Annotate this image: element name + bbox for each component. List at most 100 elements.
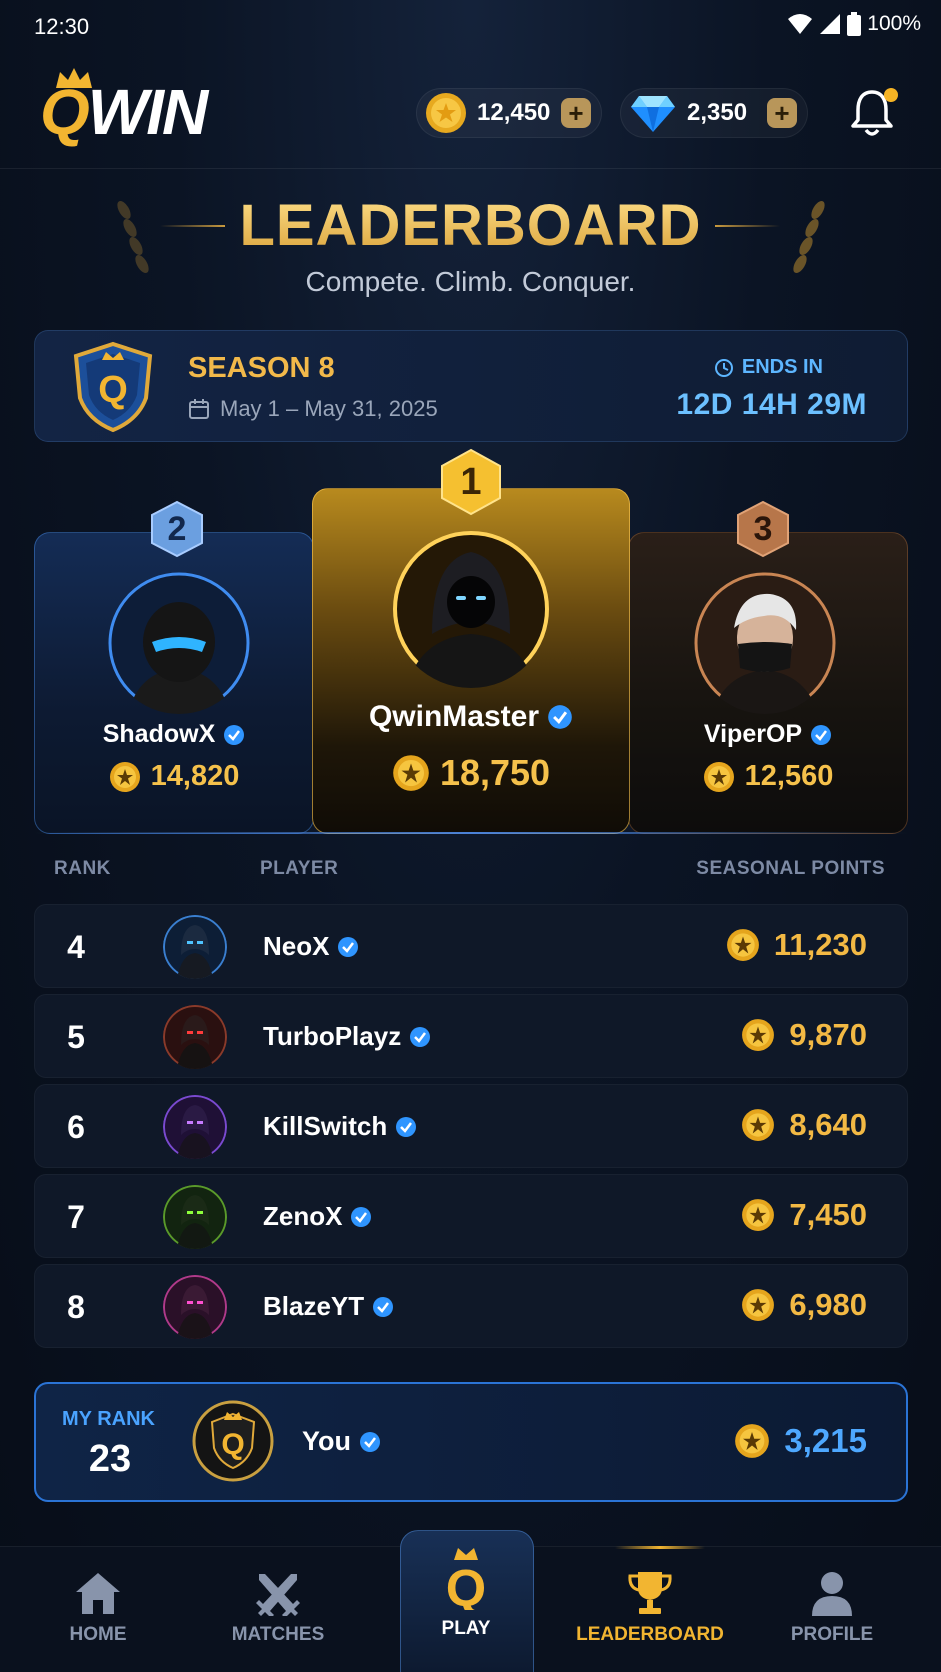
season-date-range: May 1 – May 31, 2025 — [220, 396, 438, 421]
avatar-viperop[interactable] — [694, 572, 836, 714]
nav-play[interactable]: Q PLAY — [386, 1546, 546, 1640]
star-coin-icon — [703, 761, 734, 792]
table-row[interactable]: 7 ZenoX 7,450 — [34, 1174, 908, 1258]
avatar-killswitch — [163, 1095, 227, 1159]
rank-badge-2-number: 2 — [167, 509, 187, 548]
logo-q: Q — [40, 76, 90, 148]
season-shield-icon: Q — [73, 341, 153, 433]
podium-points-1: 18,750 — [312, 752, 630, 794]
podium-points-3: 12,560 — [628, 760, 908, 793]
row-rank: 5 — [67, 1019, 85, 1055]
user-icon — [812, 1572, 852, 1616]
status-time: 12:30 — [34, 14, 90, 39]
points-value: 7,450 — [789, 1197, 867, 1232]
verified-icon — [410, 1026, 431, 1047]
nav-leaderboard[interactable]: LEADERBOARD — [570, 1570, 730, 1646]
verified-icon — [224, 724, 245, 745]
header-divider — [0, 168, 941, 169]
nav-home[interactable]: HOME — [18, 1570, 178, 1646]
battery-icon — [847, 12, 862, 36]
trophy-icon — [628, 1572, 672, 1614]
verified-icon — [351, 1206, 372, 1227]
battery-percent: 100% — [867, 12, 921, 35]
star-coin-icon — [742, 1019, 775, 1051]
podium-name-3: ViperOP — [628, 720, 908, 749]
avatar-shadowx[interactable] — [108, 572, 250, 714]
table-row[interactable]: 5 TurboPlayz 9,870 — [34, 994, 908, 1078]
qwin-logo[interactable]: QWIN — [40, 66, 250, 146]
table-row[interactable]: 6 KillSwitch 8,640 — [34, 1084, 908, 1168]
row-rank: 7 — [67, 1199, 85, 1235]
player-name: KillSwitch — [263, 1111, 388, 1141]
star-coin-icon — [735, 1424, 770, 1458]
coin-balance[interactable]: 12,450 + — [416, 88, 602, 138]
swords-icon — [256, 1574, 300, 1616]
calendar-icon — [189, 399, 209, 419]
row-rank: 8 — [67, 1289, 85, 1325]
page-title: LEADERBOARD — [0, 192, 941, 259]
table-row[interactable]: 8 BlazeYT 6,980 — [34, 1264, 908, 1348]
notification-dot — [884, 88, 898, 102]
nav-label: HOME — [69, 1624, 127, 1645]
row-points: 9,870 — [741, 1017, 867, 1053]
column-header-points: SEASONAL POINTS — [696, 858, 885, 879]
points-value: 12,560 — [744, 760, 834, 792]
column-header-rank: RANK — [54, 858, 111, 879]
podium-name-1: QwinMaster — [312, 700, 630, 734]
rank-badge-1-number: 1 — [460, 460, 482, 503]
my-rank-label: MY RANK — [62, 1408, 155, 1430]
points-value: 8,640 — [789, 1107, 867, 1142]
player-name: ViperOP — [703, 720, 803, 748]
notifications-button[interactable] — [850, 88, 900, 140]
nav-label: LEADERBOARD — [576, 1624, 724, 1645]
avatar-qwinmaster[interactable] — [392, 530, 550, 688]
nav-profile[interactable]: PROFILE — [752, 1570, 912, 1646]
row-rank: 4 — [67, 929, 85, 965]
ends-in-text: ENDS IN — [741, 356, 823, 378]
nav-label: PROFILE — [790, 1624, 874, 1645]
podium-points-2: 14,820 — [34, 760, 314, 793]
row-player: NeoX — [263, 931, 359, 962]
countdown-timer: 12D 14H 29M — [676, 388, 867, 421]
add-coins-button[interactable]: + — [561, 98, 591, 128]
season-dates: May 1 – May 31, 2025 — [188, 396, 438, 422]
logo-rest: WIN — [87, 76, 208, 148]
avatar-neox — [163, 915, 227, 979]
row-player: KillSwitch — [263, 1111, 417, 1142]
row-points: 6,980 — [741, 1287, 867, 1323]
avatar-me: Q — [192, 1400, 274, 1482]
verified-icon — [811, 724, 832, 745]
add-gems-button[interactable]: + — [767, 98, 797, 128]
star-coin-icon — [742, 1199, 775, 1231]
verified-icon — [548, 705, 572, 729]
player-name: You — [302, 1426, 351, 1456]
avatar-zenox — [163, 1185, 227, 1249]
gem-balance[interactable]: 2,350 + — [620, 88, 808, 138]
q-logo-icon: Q — [446, 1548, 486, 1610]
signal-icon — [820, 14, 841, 34]
avatar-turboplayz — [163, 1005, 227, 1069]
clock-icon — [714, 358, 733, 377]
gem-icon — [631, 96, 675, 132]
svg-text:Q: Q — [221, 1428, 244, 1461]
player-name: QwinMaster — [368, 700, 540, 733]
coin-icon — [426, 93, 466, 133]
row-player: TurboPlayz — [263, 1021, 431, 1052]
status-icons: 100% — [787, 12, 921, 36]
nav-label: MATCHES — [231, 1624, 325, 1645]
gem-amount: 2,350 — [687, 99, 748, 126]
nav-label: PLAY — [441, 1618, 491, 1639]
points-value: 3,215 — [784, 1422, 867, 1459]
star-coin-icon — [393, 755, 429, 791]
table-row[interactable]: 4 NeoX 11,230 — [34, 904, 908, 988]
verified-icon — [360, 1431, 380, 1452]
player-name: ShadowX — [102, 720, 216, 748]
row-points: 8,640 — [741, 1107, 867, 1143]
rank-badge-2: 2 — [150, 500, 204, 558]
row-points: 11,230 — [726, 927, 867, 963]
rank-badge-1: 1 — [440, 448, 502, 516]
nav-matches[interactable]: MATCHES — [198, 1570, 358, 1646]
coin-amount: 12,450 — [477, 99, 551, 126]
verified-icon — [338, 936, 359, 957]
my-rank-player: You — [302, 1426, 381, 1457]
